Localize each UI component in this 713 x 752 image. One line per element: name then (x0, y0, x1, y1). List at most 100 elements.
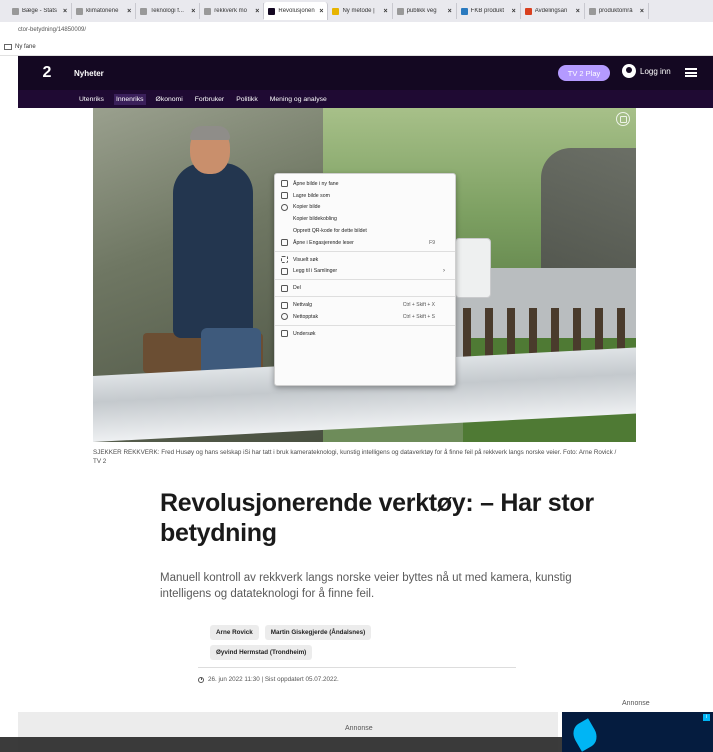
browser-tab[interactable]: Avdelingsan × (521, 3, 585, 19)
tab-favicon-icon (588, 7, 596, 15)
close-tab-icon[interactable]: × (127, 8, 131, 15)
nav-item-innenriks[interactable]: Innenriks (113, 93, 146, 105)
section-nav: Utenriks Innenriks Økonomi Forbruker Pol… (18, 90, 713, 108)
close-tab-icon[interactable]: × (640, 8, 644, 15)
ctx-immersive-reader[interactable]: Åpne i Engasjerende leser F9 (275, 237, 455, 249)
login-button[interactable]: Logg inn (622, 64, 671, 78)
tab-favicon-icon (396, 7, 404, 15)
browser-tab[interactable]: produktområ × (585, 3, 649, 19)
image-van (455, 238, 491, 298)
bookmarks-bar: Ny fane (0, 39, 713, 56)
nav-item-forbruker[interactable]: Forbruker (193, 94, 226, 105)
tab-favicon-icon (268, 7, 276, 15)
browser-tab[interactable]: Bæge - Stats × (8, 3, 73, 19)
menu-separator (275, 296, 455, 298)
browser-tab[interactable]: klimatoriene × (72, 3, 137, 19)
submenu-arrow-icon: › (443, 268, 445, 275)
inspect-icon (281, 330, 288, 338)
tab-favicon-icon (460, 7, 468, 15)
close-tab-icon[interactable]: × (255, 8, 259, 15)
ctx-add-to-collections[interactable]: Legg til i Samlinger › (275, 266, 455, 278)
ctx-create-qr-code[interactable]: Opprett QR-kode for dette bildet (275, 225, 455, 237)
sticky-bottom-bar (0, 737, 562, 752)
ctx-web-capture[interactable]: Nettopptak Ctrl + Skift + S (275, 311, 455, 323)
web-select-icon (281, 301, 288, 309)
ctx-open-image-new-tab[interactable]: Åpne bilde i ny fane (275, 178, 455, 190)
save-image-icon (281, 192, 288, 200)
browser-tab[interactable]: Ny metode | × (328, 3, 393, 19)
close-tab-icon[interactable]: × (512, 8, 516, 15)
tab-favicon-icon (204, 7, 212, 15)
menu-separator (275, 250, 455, 252)
nav-item-okonomi[interactable]: Økonomi (154, 94, 185, 105)
menu-separator (275, 324, 455, 326)
close-tab-icon[interactable]: × (319, 8, 323, 15)
new-tab-bookmark-icon (4, 44, 12, 50)
divider (198, 667, 516, 668)
close-tab-icon[interactable]: × (191, 8, 195, 15)
browser-tab[interactable]: rekkverk mo × (200, 3, 265, 19)
ctx-web-select[interactable]: Nettvalg Ctrl + Skift + X (275, 299, 455, 311)
clock-icon (198, 676, 204, 683)
ctx-share[interactable]: Del (275, 282, 455, 294)
image-caption: SJEKKER REKKVERK: Fred Husøy og hans sel… (93, 449, 617, 465)
author-chip[interactable]: Arne Rovick (210, 625, 259, 640)
close-tab-icon[interactable]: × (448, 8, 452, 15)
tab-favicon-icon (76, 7, 84, 15)
web-capture-icon (281, 313, 288, 321)
nav-item-politikk[interactable]: Politikk (234, 94, 260, 105)
shortcut-text: Ctrl + Skift + S (402, 313, 435, 320)
login-label: Logg inn (640, 66, 671, 76)
copy-image-icon (281, 203, 288, 211)
url-text[interactable]: ctor-betydning/14850009/ (18, 27, 86, 33)
ad-banner-label: Annonse (345, 725, 373, 732)
shortcut-text: Ctrl + Skift + X (402, 302, 435, 309)
image-person (173, 163, 253, 338)
author-chip[interactable]: Martin Giskegjerde (Åndalsnes) (264, 625, 372, 640)
section-title[interactable]: Nyheter (74, 69, 104, 78)
tab-favicon-icon (12, 7, 19, 15)
ctx-inspect[interactable]: Undersøk (275, 328, 455, 340)
browser-tab-strip: Bæge - Stats × klimatoriene × Teknologi f.… (0, 0, 713, 22)
author-list: Arne Rovick Martin Giskegjerde (Åndalsne… (210, 625, 470, 660)
image-fullscreen-icon[interactable] (616, 112, 630, 126)
author-chip[interactable]: Øyvind Hermstad (Trondheim) (210, 645, 313, 660)
advertiser-logo-icon (568, 718, 602, 752)
address-bar[interactable]: ctor-betydning/14850009/ (0, 22, 713, 39)
user-icon (622, 64, 636, 78)
ctx-copy-image[interactable]: Kopier bilde (275, 202, 455, 214)
nav-item-mening[interactable]: Mening og analyse (268, 94, 329, 105)
ctx-visual-search[interactable]: Visuelt søk (275, 254, 455, 266)
image-context-menu: Åpne bilde i ny fane Lagre bilde som Kop… (274, 173, 456, 386)
ad-label: Annonse (622, 700, 650, 707)
menu-separator (275, 279, 455, 281)
shortcut-text: F9 (429, 239, 435, 246)
browser-tab[interactable]: FKB produkt × (457, 3, 521, 19)
adchoices-icon[interactable]: i (703, 714, 710, 721)
close-tab-icon[interactable]: × (383, 8, 387, 15)
tv2-logo[interactable]: 2 (32, 64, 62, 82)
hamburger-menu-icon[interactable] (685, 68, 697, 77)
close-tab-icon[interactable]: × (576, 8, 580, 15)
tab-favicon-icon (140, 7, 148, 15)
publish-date: 26. jun 2022 11:30 | Sist oppdatert 05.0… (208, 676, 339, 683)
nav-item-utenriks[interactable]: Utenriks (77, 94, 106, 105)
ctx-save-image-as[interactable]: Lagre bilde som (275, 190, 455, 202)
tab-favicon-icon (524, 7, 532, 15)
browser-tab[interactable]: Teknologi f... × (136, 3, 201, 19)
bookmark-new-tab[interactable]: Ny fane (15, 44, 36, 50)
ctx-copy-image-link[interactable]: Kopier bildekobling (275, 213, 455, 225)
ad-sidebar[interactable]: i (562, 712, 713, 752)
visual-search-icon (281, 256, 288, 264)
browser-tab-active[interactable]: Revolusjonen × (264, 2, 329, 20)
close-tab-icon[interactable]: × (63, 8, 67, 15)
collections-icon (281, 267, 288, 275)
tv2-play-button[interactable]: TV 2 Play (558, 65, 610, 81)
browser-tab[interactable]: publikk veg × (393, 3, 457, 19)
immersive-reader-icon (281, 239, 288, 247)
site-header: 2 Nyheter TV 2 Play Logg inn (18, 56, 713, 90)
tab-favicon-icon (332, 7, 340, 15)
article-lead: Manuell kontroll av rekkverk langs norsk… (160, 572, 572, 600)
article-dateline: 26. jun 2022 11:30 | Sist oppdatert 05.0… (198, 676, 339, 683)
open-image-icon (281, 180, 288, 188)
